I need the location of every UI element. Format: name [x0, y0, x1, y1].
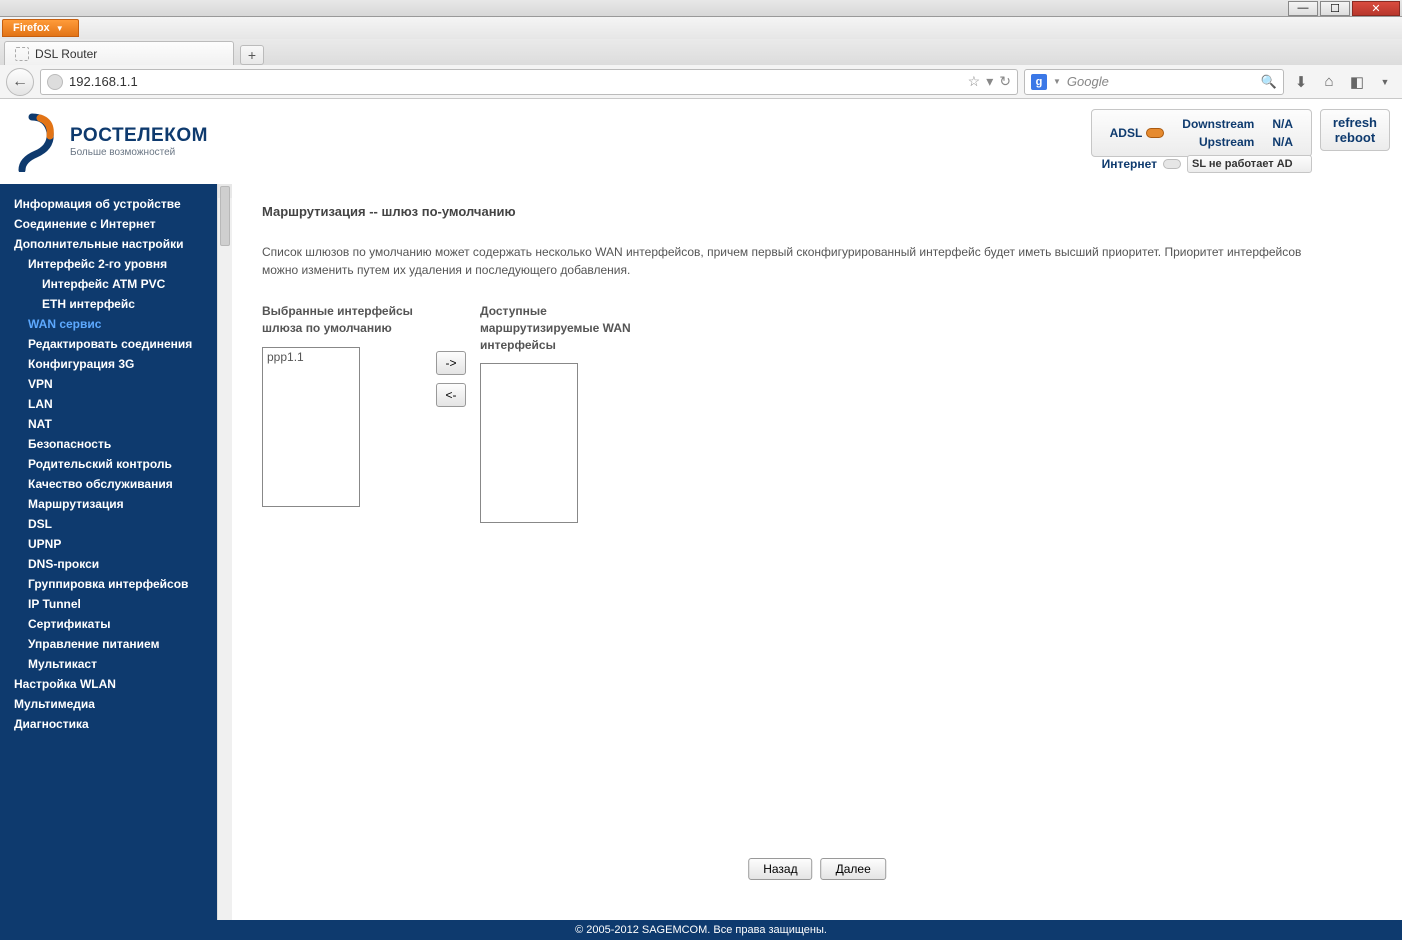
page-description: Список шлюзов по умолчанию может содержа…	[262, 243, 1312, 279]
brand-name: РОСТЕЛЕКОМ	[70, 125, 208, 147]
sidebar-item[interactable]: ETH интерфейс	[0, 294, 217, 314]
reload-icon[interactable]: ↻	[999, 73, 1011, 90]
selected-interfaces-header: Выбранные интерфейсы шлюза по умолчанию	[262, 303, 422, 337]
sidebar-item[interactable]: Качество обслуживания	[0, 474, 217, 494]
internet-status-row: Интернет SL не работает AD	[1102, 155, 1312, 173]
sidebar-item[interactable]: Родительский контроль	[0, 454, 217, 474]
available-interfaces-header: Доступные маршрутизируемые WAN интерфейс…	[480, 303, 640, 353]
sidebar-item[interactable]: Управление питанием	[0, 634, 217, 654]
available-interfaces-listbox[interactable]	[480, 363, 578, 523]
home-icon[interactable]: ⌂	[1318, 71, 1340, 93]
internet-led-icon	[1163, 159, 1181, 169]
search-bar[interactable]: g ▼ Google 🔍	[1024, 69, 1284, 95]
browser-tab[interactable]: DSL Router	[4, 41, 234, 65]
reboot-link[interactable]: reboot	[1333, 130, 1377, 145]
footer: © 2005-2012 SAGEMCOM. Все права защищены…	[0, 920, 1402, 940]
sidebar-item[interactable]: Мультимедиа	[0, 694, 217, 714]
page-icon	[15, 47, 29, 61]
firefox-menu-strip: Firefox ▼	[0, 17, 1402, 39]
sidebar-item[interactable]: Сертификаты	[0, 614, 217, 634]
page-title: Маршрутизация -- шлюз по-умолчанию	[262, 204, 1372, 219]
selected-interfaces-listbox[interactable]: ppp1.1	[262, 347, 360, 507]
sidebar-item[interactable]: Интерфейс 2-го уровня	[0, 254, 217, 274]
chevron-down-icon: ▼	[56, 24, 64, 33]
scroll-thumb[interactable]	[220, 186, 230, 246]
new-tab-button[interactable]: +	[240, 45, 264, 65]
adsl-label: ADSL	[1110, 126, 1143, 140]
sidebar-item[interactable]: Маршрутизация	[0, 494, 217, 514]
upstream-label: Upstream	[1174, 134, 1262, 150]
sidebar-item[interactable]: Дополнительные настройки	[0, 234, 217, 254]
window-titlebar: — ☐ ✕	[0, 0, 1402, 17]
list-item[interactable]: ppp1.1	[263, 348, 359, 366]
sidebar-item[interactable]: Безопасность	[0, 434, 217, 454]
url-text: 192.168.1.1	[69, 74, 138, 89]
logo-icon	[12, 112, 60, 172]
sidebar-item[interactable]: VPN	[0, 374, 217, 394]
brand-tagline: Больше возможностей	[70, 147, 208, 158]
tab-bar: DSL Router +	[0, 39, 1402, 65]
sidebar-item[interactable]: WAN сервис	[0, 314, 217, 334]
chevron-down-icon[interactable]: ▼	[1374, 71, 1396, 93]
sidebar-item[interactable]: IP Tunnel	[0, 594, 217, 614]
downstream-value: N/A	[1264, 116, 1301, 132]
firefox-menu-button[interactable]: Firefox ▼	[2, 19, 79, 37]
downstream-label: Downstream	[1174, 116, 1262, 132]
adsl-status-box: ADSL Downstream N/A Upstream N/A	[1091, 109, 1312, 157]
sidebar-item[interactable]: NAT	[0, 414, 217, 434]
sidebar-item[interactable]: Мультикаст	[0, 654, 217, 674]
sidebar-item[interactable]: DNS-прокси	[0, 554, 217, 574]
router-header: РОСТЕЛЕКОМ Больше возможностей ADSL Down…	[0, 99, 1402, 184]
next-button[interactable]: Далее	[821, 858, 886, 880]
sidebar-item[interactable]: DSL	[0, 514, 217, 534]
content-pane: Маршрутизация -- шлюз по-умолчанию Списо…	[232, 184, 1402, 940]
sidebar-item[interactable]: Соединение с Интернет	[0, 214, 217, 234]
sidebar-item[interactable]: LAN	[0, 394, 217, 414]
sidebar-item[interactable]: Конфигурация 3G	[0, 354, 217, 374]
firefox-label: Firefox	[13, 22, 50, 34]
logo: РОСТЕЛЕКОМ Больше возможностей	[12, 112, 208, 172]
back-button[interactable]: Назад	[748, 858, 812, 880]
sidebar-item[interactable]: Настройка WLAN	[0, 674, 217, 694]
chevron-down-icon[interactable]: ▼	[1053, 77, 1061, 86]
internet-label: Интернет	[1102, 157, 1157, 171]
refresh-reboot-box: refresh reboot	[1320, 109, 1390, 151]
google-icon: g	[1031, 74, 1047, 90]
upstream-value: N/A	[1264, 134, 1301, 150]
sidebar-nav: Информация об устройствеСоединение с Инт…	[0, 184, 217, 940]
search-icon[interactable]: 🔍	[1261, 74, 1277, 90]
downloads-icon[interactable]: ⬇	[1290, 71, 1312, 93]
bookmark-star-icon[interactable]: ☆	[968, 73, 981, 90]
refresh-link[interactable]: refresh	[1333, 115, 1377, 130]
adsl-led-icon	[1146, 128, 1164, 138]
sidebar-item[interactable]: UPNP	[0, 534, 217, 554]
bookmarks-icon[interactable]: ◧	[1346, 71, 1368, 93]
back-button[interactable]: ←	[6, 68, 34, 96]
close-button[interactable]: ✕	[1352, 1, 1400, 16]
internet-status-text: SL не работает AD	[1187, 155, 1312, 173]
navigation-toolbar: ← 192.168.1.1 ☆ ▾ ↻ g ▼ Google 🔍 ⬇ ⌂ ◧ ▼	[0, 65, 1402, 99]
sidebar-item[interactable]: Информация об устройстве	[0, 194, 217, 214]
sidebar-item[interactable]: Интерфейс ATM PVC	[0, 274, 217, 294]
sidebar-item[interactable]: Группировка интерфейсов	[0, 574, 217, 594]
move-left-button[interactable]: <-	[436, 383, 466, 407]
sidebar-scrollbar[interactable]: ▲ ▼	[217, 184, 232, 940]
search-placeholder: Google	[1067, 74, 1109, 89]
footer-text: © 2005-2012 SAGEMCOM. Все права защищены…	[575, 924, 827, 936]
history-dropdown-icon[interactable]: ▾	[986, 73, 993, 90]
sidebar-item[interactable]: Диагностика	[0, 714, 217, 734]
sidebar-item[interactable]: Редактировать соединения	[0, 334, 217, 354]
url-bar[interactable]: 192.168.1.1 ☆ ▾ ↻	[40, 69, 1018, 95]
main-area: Информация об устройствеСоединение с Инт…	[0, 184, 1402, 940]
minimize-button[interactable]: —	[1288, 1, 1318, 16]
move-right-button[interactable]: ->	[436, 351, 466, 375]
globe-icon	[47, 74, 63, 90]
tab-title: DSL Router	[35, 47, 97, 61]
maximize-button[interactable]: ☐	[1320, 1, 1350, 16]
